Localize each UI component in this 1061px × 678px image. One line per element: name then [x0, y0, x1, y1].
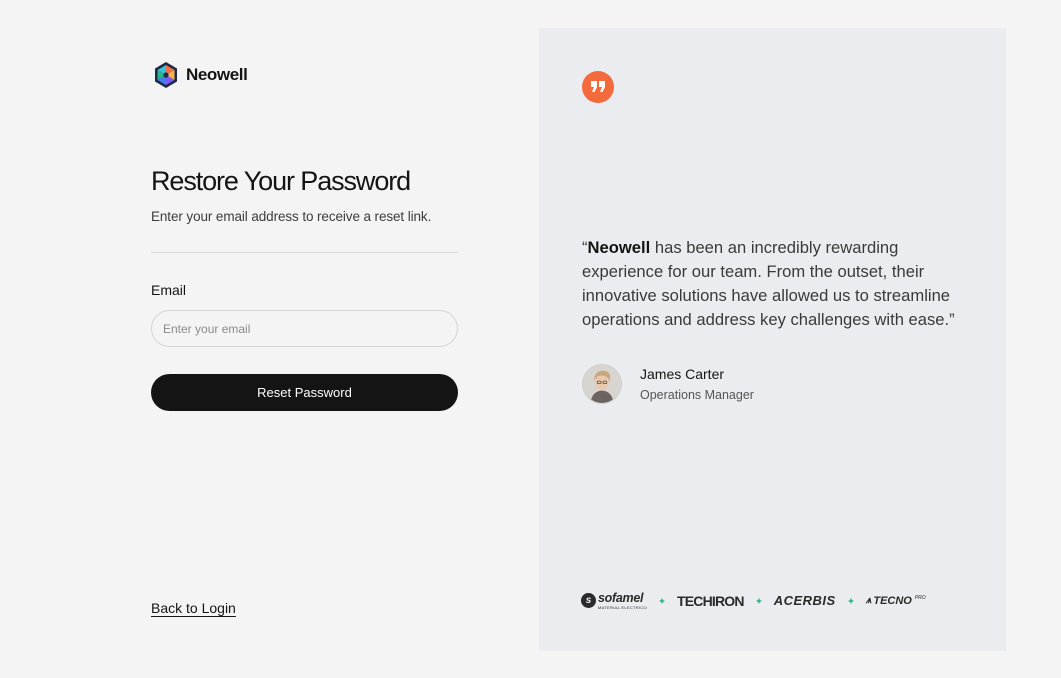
page-subtitle: Enter your email address to receive a re… [151, 209, 432, 224]
tecno-name: TECNO [873, 594, 912, 607]
page-title: Restore Your Password [151, 166, 411, 196]
sofamel-logo-icon: s [581, 593, 596, 609]
sofamel-name: sofamel [598, 591, 644, 605]
sofamel-tagline: MATERIAL ELECTRICO [598, 604, 647, 610]
partner-sofamel: s sofamel MATERIAL ELECTRICO [581, 592, 647, 610]
email-label: Email [151, 282, 187, 298]
brand-logo[interactable]: Neowell [152, 60, 248, 90]
quote-badge [582, 71, 614, 103]
partner-logos: s sofamel MATERIAL ELECTRICO TECHIRON AC… [581, 592, 926, 610]
auth-panel: Neowell Restore Your Password Enter your… [0, 0, 539, 678]
back-to-login-link[interactable]: Back to Login [151, 600, 236, 616]
hexagon-logo-icon [152, 60, 180, 90]
partner-acerbis: ACERBIS [774, 593, 836, 608]
sparkle-separator-icon [658, 597, 665, 604]
quote-brand: Neowell [587, 238, 651, 257]
sparkle-separator-icon [847, 597, 854, 604]
tecno-suffix: PRO [914, 594, 926, 601]
avatar [582, 364, 622, 404]
divider [151, 252, 458, 253]
partner-techiron: TECHIRON [676, 592, 745, 609]
author-name: James Carter [640, 366, 725, 382]
testimonial-panel: “Neowell has been an incredibly rewardin… [539, 28, 1006, 651]
testimonial-quote: “Neowell has been an incredibly rewardin… [582, 236, 982, 332]
techiron-name: TECHIRON [676, 592, 745, 609]
sparkle-separator-icon [755, 597, 762, 604]
acerbis-name: ACERBIS [773, 593, 836, 609]
tecno-logo-icon: ⩚ [865, 595, 872, 607]
email-input[interactable] [151, 310, 458, 347]
brand-name: Neowell [186, 65, 248, 84]
author-role: Operations Manager [640, 388, 754, 402]
testimonial-author: James Carter Operations Manager [582, 364, 754, 404]
partner-tecno: ⩚ TECNO PRO [866, 595, 926, 607]
quote-icon [591, 81, 605, 93]
reset-password-button[interactable]: Reset Password [151, 374, 458, 411]
